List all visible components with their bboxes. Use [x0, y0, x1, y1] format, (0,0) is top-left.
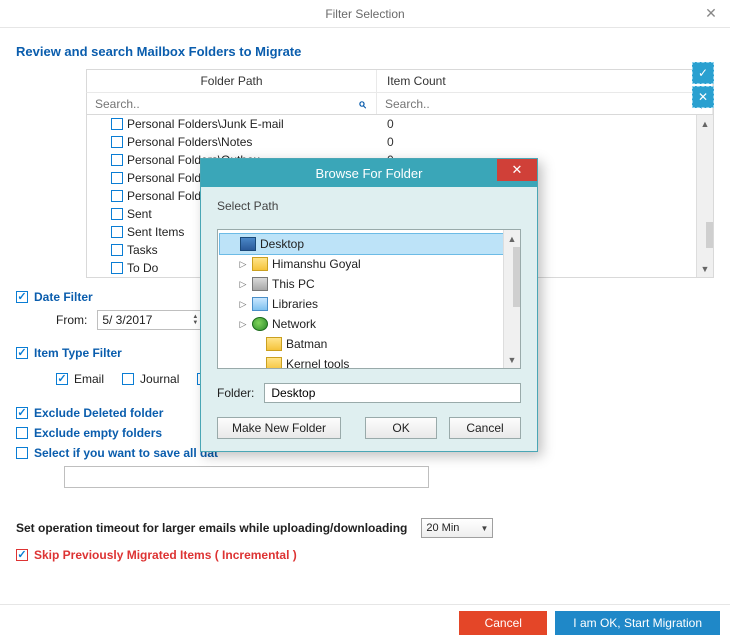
table-header: Folder Path Item Count [86, 69, 714, 92]
tree-node-thispc[interactable]: ▷This PC [220, 274, 518, 294]
dialog-subtitle: Select Path [217, 199, 521, 213]
deselect-all-button[interactable]: ✕ [692, 86, 714, 108]
table-row[interactable]: Personal Folders\Notes0 [87, 133, 713, 151]
select-all-button[interactable]: ✓ [692, 62, 714, 84]
item-type-label: Item Type Filter [34, 346, 122, 360]
expand-icon[interactable]: ▷ [238, 279, 248, 290]
item-type-checkbox[interactable] [16, 347, 28, 359]
email-option: Email [56, 372, 104, 386]
tree-node-desktop[interactable]: Desktop [220, 234, 518, 254]
tree-node-libraries[interactable]: ▷Libraries [220, 294, 518, 314]
from-label: From: [56, 313, 87, 327]
exclude-empty-checkbox[interactable] [16, 427, 28, 439]
col-item-count[interactable]: Item Count [377, 70, 713, 92]
chevron-down-icon: ▼ [480, 524, 488, 533]
col-folder-path[interactable]: Folder Path [87, 70, 377, 92]
folder-icon [266, 337, 282, 351]
folder-input-row: Folder: [217, 383, 521, 403]
table-search-row: ⌕ ⌕ [86, 92, 714, 114]
tree-scrollbar[interactable]: ▲ ▼ [503, 230, 520, 368]
tree-node-user[interactable]: ▷Himanshu Goyal [220, 254, 518, 274]
timeout-row: Set operation timeout for larger emails … [16, 518, 714, 538]
row-checkbox[interactable] [111, 244, 123, 256]
search-count-cell: ⌕ [377, 93, 713, 114]
row-checkbox[interactable] [111, 136, 123, 148]
row-checkbox[interactable] [111, 172, 123, 184]
tree-node-batman[interactable]: Batman [220, 334, 518, 354]
exclude-empty-label: Exclude empty folders [34, 426, 162, 440]
cancel-button[interactable]: Cancel [459, 611, 547, 635]
journal-checkbox[interactable] [122, 373, 134, 385]
table-scrollbar[interactable]: ▲ ▼ [696, 115, 713, 277]
skip-label: Skip Previously Migrated Items ( Increme… [34, 548, 297, 562]
start-migration-button[interactable]: I am OK, Start Migration [555, 611, 720, 635]
row-checkbox[interactable] [111, 154, 123, 166]
save-csv-checkbox[interactable] [16, 447, 28, 459]
search-path-input[interactable] [93, 96, 354, 112]
expand-icon[interactable]: ▷ [238, 259, 248, 270]
dialog-buttons: Make New Folder OK Cancel [217, 417, 521, 439]
expand-icon[interactable]: ▷ [238, 299, 248, 310]
folder-label: Folder: [217, 386, 254, 400]
folder-input[interactable] [264, 383, 521, 403]
tree-node-network[interactable]: ▷Network [220, 314, 518, 334]
dialog-cancel-button[interactable]: Cancel [449, 417, 521, 439]
dialog-title: Browse For Folder [316, 166, 423, 181]
csv-path-input[interactable] [64, 466, 429, 488]
save-csv-label: Select if you want to save all dat [34, 446, 218, 460]
make-new-folder-button[interactable]: Make New Folder [217, 417, 341, 439]
date-filter-label: Date Filter [34, 290, 93, 304]
date-from-input[interactable]: 5/ 3/2017 ▲▼ [97, 310, 207, 330]
row-checkbox[interactable] [111, 118, 123, 130]
tree-node-kernel[interactable]: Kernel tools [220, 354, 518, 369]
window-close-button[interactable]: ✕ [698, 2, 724, 24]
page-heading: Review and search Mailbox Folders to Mig… [16, 44, 714, 59]
window-titlebar: Filter Selection ✕ [0, 0, 730, 28]
table-row[interactable]: Personal Folders\Junk E-mail0 [87, 115, 713, 133]
pc-icon [252, 277, 268, 291]
skip-option: Skip Previously Migrated Items ( Increme… [16, 548, 714, 562]
dialog-close-button[interactable]: ✕ [497, 159, 537, 181]
scroll-up-icon[interactable]: ▲ [697, 115, 714, 132]
row-checkbox[interactable] [111, 262, 123, 274]
row-checkbox[interactable] [111, 208, 123, 220]
row-checkbox[interactable] [111, 190, 123, 202]
search-path-cell: ⌕ [87, 93, 377, 114]
window-title: Filter Selection [325, 7, 404, 21]
expand-icon[interactable]: ▷ [238, 319, 248, 330]
exclude-deleted-checkbox[interactable] [16, 407, 28, 419]
folder-icon [266, 357, 282, 369]
select-buttons: ✓ ✕ [692, 62, 714, 108]
scroll-up-icon[interactable]: ▲ [504, 230, 521, 247]
dialog-titlebar: Browse For Folder ✕ [201, 159, 537, 187]
scroll-down-icon[interactable]: ▼ [697, 260, 714, 277]
timeout-select[interactable]: 20 Min ▼ [421, 518, 493, 538]
network-icon [252, 317, 268, 331]
folder-tree: Desktop ▷Himanshu Goyal ▷This PC ▷Librar… [217, 229, 521, 369]
ok-button[interactable]: OK [365, 417, 437, 439]
email-checkbox[interactable] [56, 373, 68, 385]
libraries-icon [252, 297, 268, 311]
folder-icon [252, 257, 268, 271]
date-filter-checkbox[interactable] [16, 291, 28, 303]
timeout-label: Set operation timeout for larger emails … [16, 521, 407, 535]
browse-folder-dialog: Browse For Folder ✕ Select Path Desktop … [200, 158, 538, 452]
skip-checkbox[interactable] [16, 549, 28, 561]
search-count-input[interactable] [383, 96, 690, 112]
desktop-icon [240, 237, 256, 251]
dialog-body: Select Path Desktop ▷Himanshu Goyal ▷Thi… [201, 187, 537, 451]
search-icon[interactable]: ⌕ [354, 95, 370, 112]
exclude-deleted-label: Exclude Deleted folder [34, 406, 163, 420]
row-checkbox[interactable] [111, 226, 123, 238]
journal-option: Journal [122, 372, 179, 386]
scroll-down-icon[interactable]: ▼ [504, 351, 521, 368]
bottom-bar: Cancel I am OK, Start Migration [0, 604, 730, 640]
